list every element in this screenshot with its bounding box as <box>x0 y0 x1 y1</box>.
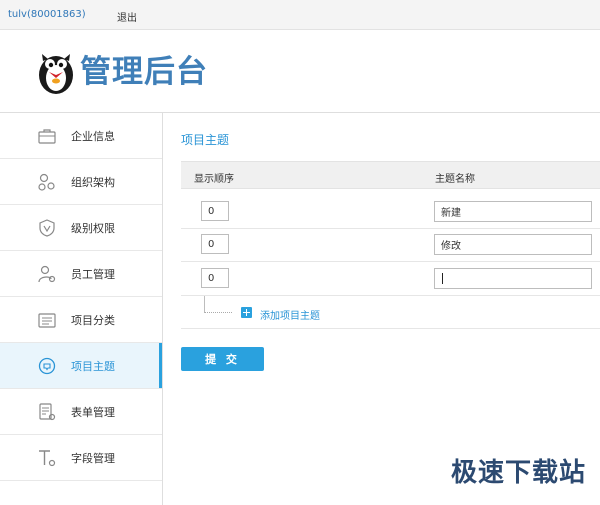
order-input[interactable] <box>201 268 229 288</box>
user-gear-icon <box>38 265 56 283</box>
mascot-logo-icon <box>39 54 73 94</box>
order-input[interactable] <box>201 201 229 221</box>
text-field-icon <box>39 450 56 467</box>
sidebar: 企业信息 组织架构 级别权限 员工管理 项目分类 项目主题 表单管理 字段管理 <box>0 113 163 505</box>
tree-connector <box>204 296 232 313</box>
table-row <box>181 263 600 296</box>
submit-button[interactable]: 提 交 <box>181 347 264 371</box>
header: 管理后台 <box>0 30 600 113</box>
text-caret <box>442 273 443 284</box>
logo-title: 管理后台 <box>80 54 208 90</box>
topic-name-input[interactable] <box>434 201 592 222</box>
sidebar-item-label: 级别权限 <box>71 222 115 235</box>
briefcase-icon <box>38 129 56 144</box>
sidebar-item-label: 项目主题 <box>71 360 115 373</box>
table-row <box>181 229 600 262</box>
org-chart-icon <box>38 173 55 191</box>
sidebar-item-label: 组织架构 <box>71 176 115 189</box>
form-icon <box>39 403 56 421</box>
plus-icon[interactable] <box>241 307 252 318</box>
main-panel: 项目主题 显示顺序 主题名称 添加项目主题 提 交 <box>163 113 600 505</box>
page-title: 项目主题 <box>181 133 230 147</box>
sidebar-item-label: 项目分类 <box>71 314 115 327</box>
top-bar: tulv(80001863) 退出 <box>0 0 600 30</box>
user-account-link[interactable]: tulv(80001863) <box>8 9 86 20</box>
add-topic-row: 添加项目主题 <box>181 296 600 329</box>
list-icon <box>38 313 56 328</box>
chat-bubble-icon <box>38 357 56 375</box>
sidebar-item-label: 员工管理 <box>71 268 115 281</box>
sidebar-item-company-info[interactable]: 企业信息 <box>0 113 162 159</box>
sidebar-item-label: 字段管理 <box>71 452 115 465</box>
column-header-name: 主题名称 <box>435 174 475 185</box>
sidebar-item-form-manage[interactable]: 表单管理 <box>0 389 162 435</box>
sidebar-item-project-topic[interactable]: 项目主题 <box>0 343 162 389</box>
sidebar-item-permissions[interactable]: 级别权限 <box>0 205 162 251</box>
table-header: 显示顺序 主题名称 <box>181 161 600 189</box>
add-topic-link[interactable]: 添加项目主题 <box>260 307 320 322</box>
watermark: 极速下载站 <box>450 458 586 488</box>
order-input[interactable] <box>201 234 229 254</box>
topic-name-input-focused[interactable] <box>434 268 592 289</box>
column-header-order: 显示顺序 <box>194 174 234 185</box>
topic-name-input[interactable] <box>434 234 592 255</box>
table-row <box>181 196 600 229</box>
sidebar-item-org-structure[interactable]: 组织架构 <box>0 159 162 205</box>
sidebar-item-label: 企业信息 <box>71 130 115 143</box>
sidebar-item-field-manage[interactable]: 字段管理 <box>0 435 162 481</box>
sidebar-item-label: 表单管理 <box>71 406 115 419</box>
sidebar-item-project-category[interactable]: 项目分类 <box>0 297 162 343</box>
shield-icon <box>39 219 55 237</box>
logout-link[interactable]: 退出 <box>117 9 137 24</box>
sidebar-item-staff[interactable]: 员工管理 <box>0 251 162 297</box>
